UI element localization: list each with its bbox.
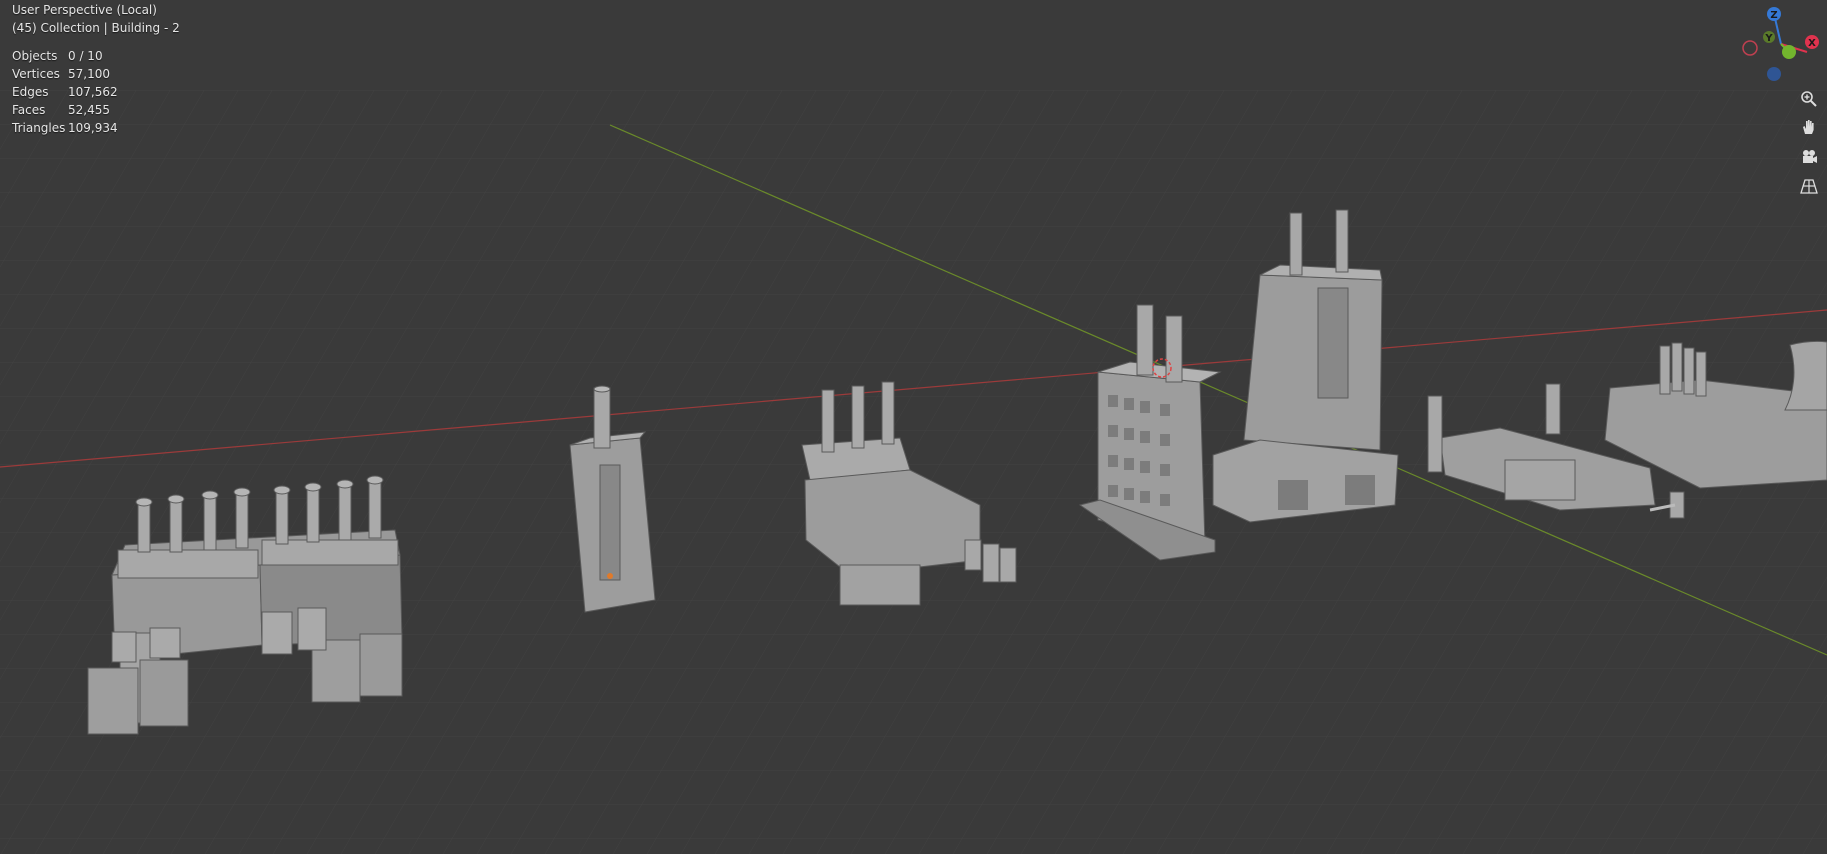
stat-label: Triangles (12, 121, 66, 135)
stat-value: 52,455 (68, 103, 110, 117)
viewport-info: User Perspective (Local) (45) Collection… (12, 1, 180, 37)
y-axis-label: Y (1764, 33, 1773, 44)
x-neg-handle[interactable] (1742, 40, 1758, 56)
hand-pan-icon[interactable] (1797, 115, 1821, 139)
stat-row: Objects 0 / 10 (12, 47, 118, 65)
stat-row: Vertices 57,100 (12, 65, 118, 83)
stat-row: Edges 107,562 (12, 83, 118, 101)
collection-line: (45) Collection | Building - 2 (12, 21, 180, 35)
navigation-gizmo[interactable]: Z X Y (1741, 4, 1821, 84)
stat-value: 107,562 (68, 85, 118, 99)
camera-icon[interactable] (1797, 145, 1821, 169)
z-axis-label: Z (1770, 10, 1777, 21)
stat-label: Faces (12, 103, 46, 117)
stat-row: Triangles 109,934 (12, 119, 118, 137)
view-name: User Perspective (Local) (12, 3, 157, 17)
z-neg-handle[interactable] (1767, 67, 1781, 81)
stat-row: Faces 52,455 (12, 101, 118, 119)
stat-value: 0 / 10 (68, 49, 103, 63)
stat-label: Objects (12, 49, 58, 63)
3d-viewport[interactable] (0, 0, 1827, 854)
perspective-grid-icon[interactable] (1797, 174, 1821, 198)
stat-label: Vertices (12, 67, 60, 81)
stat-value: 57,100 (68, 67, 110, 81)
y-axis-handle[interactable] (1782, 45, 1796, 59)
x-axis-label: X (1808, 38, 1816, 49)
stat-label: Edges (12, 85, 49, 99)
stat-value: 109,934 (68, 121, 118, 135)
scene-statistics: Objects 0 / 10 Vertices 57,100 Edges 107,56… (12, 47, 118, 137)
zoom-icon[interactable] (1797, 87, 1821, 111)
